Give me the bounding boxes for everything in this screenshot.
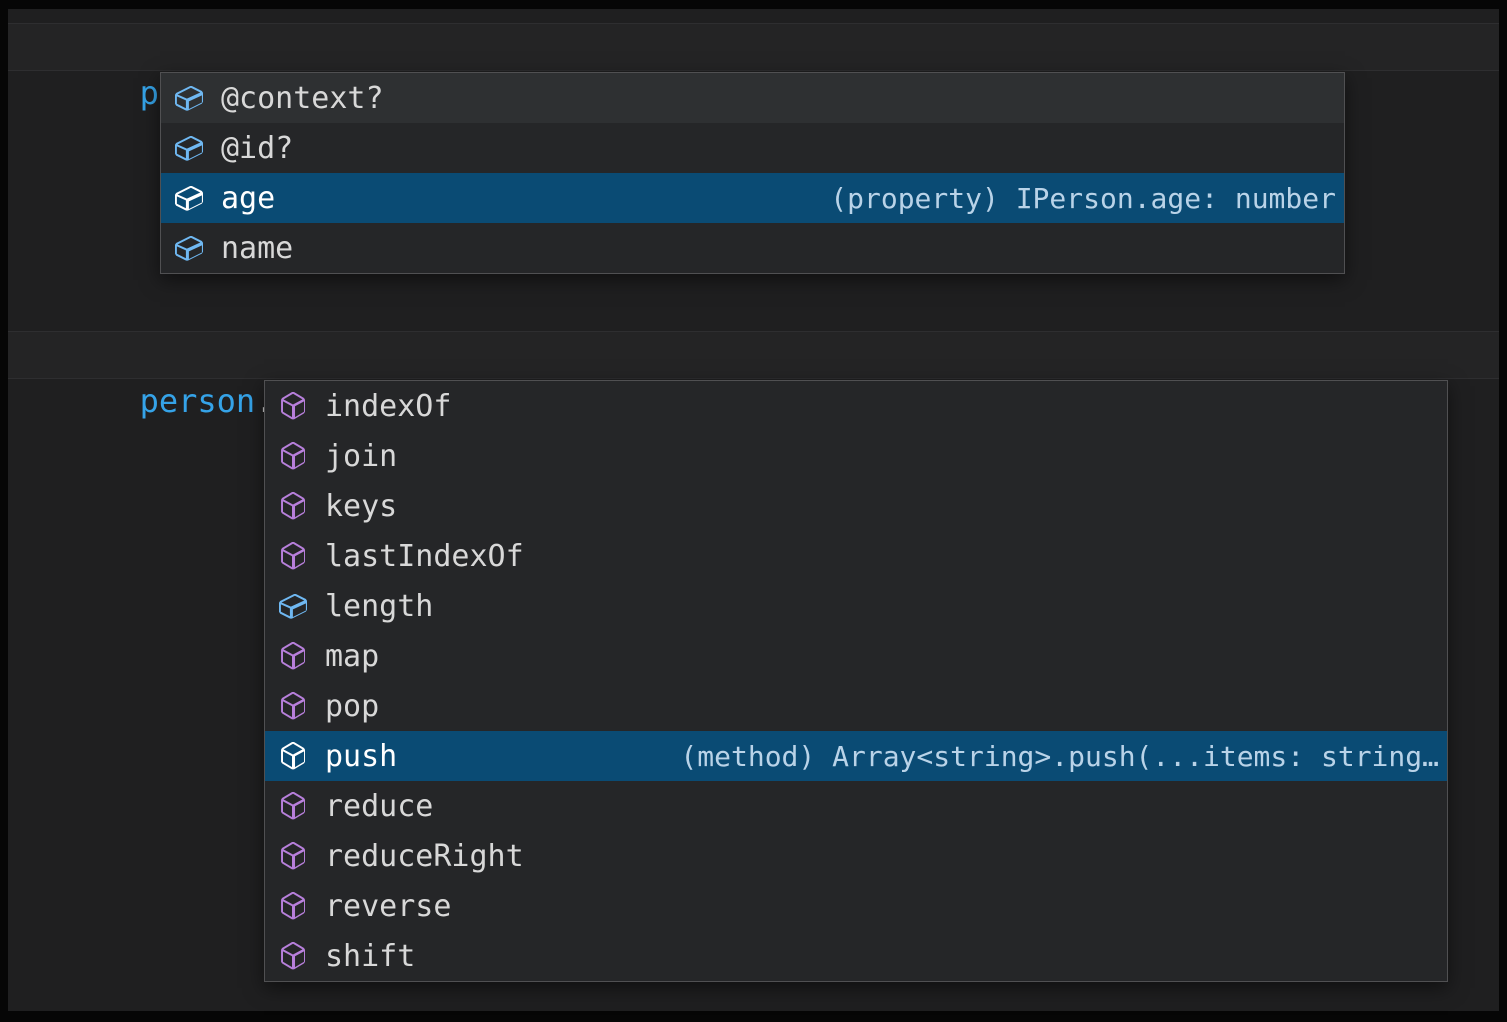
symbol-field-icon (173, 232, 205, 264)
suggestion-detail: (property) IPerson.age: number (806, 182, 1336, 215)
suggestion-label: indexOf (325, 389, 451, 424)
code-line-person-name[interactable]: person.name.; (8, 331, 1499, 379)
symbol-method-icon (277, 690, 309, 722)
suggestion-item-age[interactable]: age (property) IPerson.age: number (161, 173, 1344, 223)
intellisense-popup-name: indexOf join keys lastIndexOf length map pop pu… (264, 380, 1448, 982)
suggestion-label: map (325, 639, 379, 674)
intellisense-popup-person: @context? @id? age (property) IPerson.age: … (160, 72, 1345, 274)
code-line-person[interactable]: person.; (8, 23, 1499, 71)
suggestion-label: keys (325, 489, 397, 524)
suggestion-item-join[interactable]: join (265, 431, 1447, 481)
suggestion-item-context[interactable]: @context? (161, 73, 1344, 123)
code-token-variable: person (140, 382, 256, 420)
symbol-method-icon (277, 840, 309, 872)
symbol-method-icon (277, 740, 309, 772)
suggestion-label: @id? (221, 131, 293, 166)
suggestion-item-shift[interactable]: shift (265, 931, 1447, 981)
suggestion-item-map[interactable]: map (265, 631, 1447, 681)
symbol-method-icon (277, 440, 309, 472)
code-editor[interactable]: person.; @context? @id? age (property) IPer… (8, 9, 1499, 1011)
suggestion-item-pop[interactable]: pop (265, 681, 1447, 731)
suggestion-label: @context? (221, 81, 384, 116)
suggestion-label: join (325, 439, 397, 474)
suggestion-label: push (325, 739, 397, 774)
symbol-field-icon (173, 182, 205, 214)
suggestion-item-keys[interactable]: keys (265, 481, 1447, 531)
suggestion-detail: (method) Array<string>.push(...items: st… (656, 740, 1439, 773)
symbol-method-icon (277, 540, 309, 572)
suggestion-label: name (221, 231, 293, 266)
symbol-field-icon (277, 590, 309, 622)
symbol-method-icon (277, 390, 309, 422)
suggestion-item-reverse[interactable]: reverse (265, 881, 1447, 931)
suggestion-item-reduce[interactable]: reduce (265, 781, 1447, 831)
suggestion-label: reverse (325, 889, 451, 924)
symbol-method-icon (277, 490, 309, 522)
symbol-method-icon (277, 640, 309, 672)
suggestion-label: reduce (325, 789, 433, 824)
suggestion-item-indexof[interactable]: indexOf (265, 381, 1447, 431)
suggestion-item-name[interactable]: name (161, 223, 1344, 273)
suggestion-label: reduceRight (325, 839, 524, 874)
suggestion-label: pop (325, 689, 379, 724)
suggestion-item-lastindexof[interactable]: lastIndexOf (265, 531, 1447, 581)
vscode-editor-screenshot: person.; @context? @id? age (property) IPer… (0, 0, 1507, 1022)
suggestion-label: age (221, 181, 275, 216)
symbol-field-icon (173, 82, 205, 114)
symbol-field-icon (173, 132, 205, 164)
symbol-method-icon (277, 890, 309, 922)
suggestion-label: lastIndexOf (325, 539, 524, 574)
suggestion-item-push[interactable]: push (method) Array<string>.push(...items… (265, 731, 1447, 781)
symbol-method-icon (277, 940, 309, 972)
suggestion-item-reduceright[interactable]: reduceRight (265, 831, 1447, 881)
suggestion-item-length[interactable]: length (265, 581, 1447, 631)
suggestion-label: length (325, 589, 433, 624)
symbol-method-icon (277, 790, 309, 822)
suggestion-label: shift (325, 939, 415, 974)
suggestion-item-id[interactable]: @id? (161, 123, 1344, 173)
